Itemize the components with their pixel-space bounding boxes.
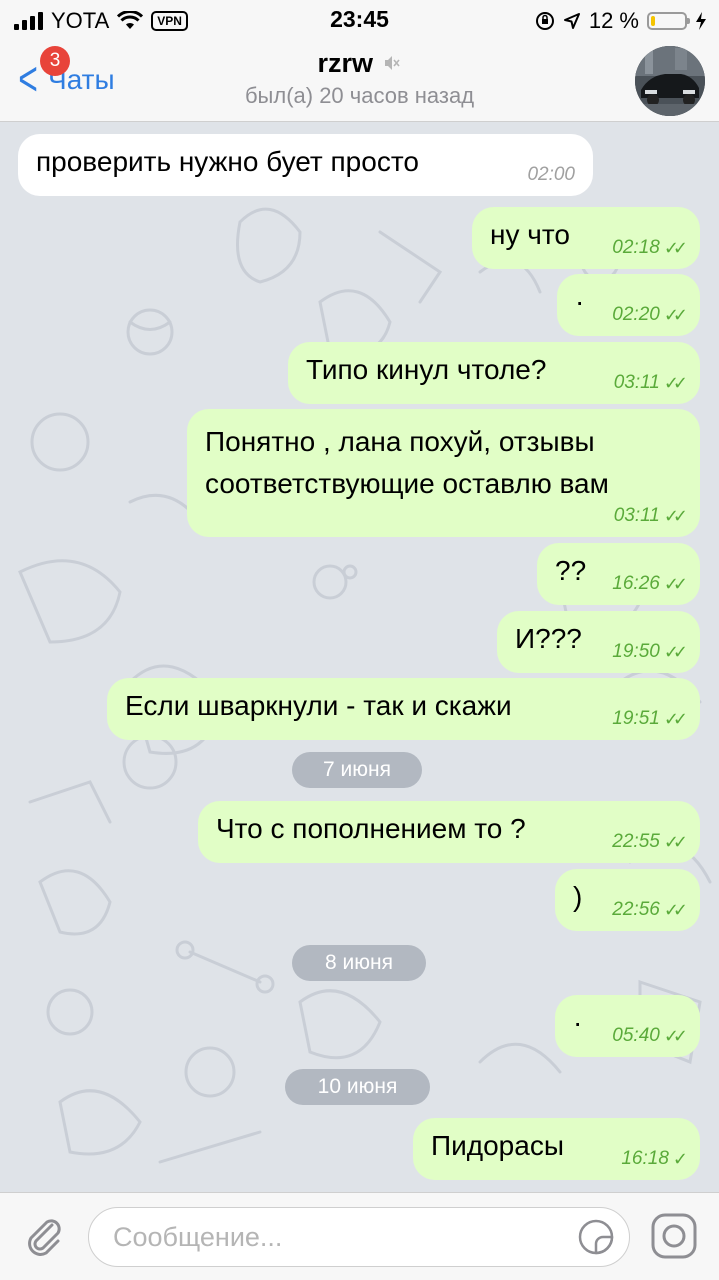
avatar[interactable] xyxy=(635,46,705,116)
message-time: 22:55 xyxy=(612,831,660,852)
chat-title: rzrw xyxy=(317,48,374,78)
date-separator: 8 июня xyxy=(292,945,426,981)
message-text: Типо кинул чтоле? xyxy=(306,354,547,385)
message-meta: 02:18 ✓✓ xyxy=(612,237,688,259)
message-text: ) xyxy=(573,881,583,912)
message-time: 03:11 xyxy=(613,372,660,393)
message-text: · xyxy=(575,286,585,317)
message-time: 16:26 xyxy=(612,573,660,594)
message-bubble-outgoing[interactable]: · 05:40 ✓✓ xyxy=(555,995,700,1057)
message-meta: 03:11 ✓✓ xyxy=(613,505,688,527)
double-check-icon: ✓✓ xyxy=(663,372,688,393)
double-check-icon: ✓✓ xyxy=(663,237,688,258)
message-meta: 19:51 ✓✓ xyxy=(612,708,688,730)
message-bubble-outgoing[interactable]: ну что 02:18 ✓✓ xyxy=(472,207,700,269)
message-text: ?? xyxy=(555,555,587,586)
message-time: 19:50 xyxy=(612,641,660,662)
message-bubble-outgoing[interactable]: ) 22:56 ✓✓ xyxy=(555,869,700,931)
message-time: 02:00 xyxy=(527,164,575,185)
message-bubble-outgoing[interactable]: Что с пополнением то ? 22:55 ✓✓ xyxy=(198,801,700,863)
double-check-icon: ✓✓ xyxy=(663,831,688,852)
camera-icon[interactable] xyxy=(649,1211,699,1261)
message-time: 02:18 xyxy=(612,237,660,258)
rotation-lock-icon xyxy=(535,12,554,30)
message-time: 16:18 xyxy=(621,1148,669,1169)
sticker-icon[interactable] xyxy=(577,1218,615,1256)
message-bubble-incoming[interactable]: проверить нужно бует просто 02:00 xyxy=(18,134,593,196)
message-meta: 16:26 ✓✓ xyxy=(612,573,688,595)
message-time: 05:40 xyxy=(612,1025,660,1046)
date-separator: 7 июня xyxy=(292,752,422,788)
message-bubble-outgoing[interactable]: И??? 19:50 ✓✓ xyxy=(497,611,700,673)
double-check-icon: ✓✓ xyxy=(663,641,688,662)
double-check-icon: ✓✓ xyxy=(663,505,688,526)
message-meta: 16:18 ✓ xyxy=(621,1148,688,1170)
double-check-icon: ✓✓ xyxy=(663,708,688,729)
chat-header: < Чаты 3 rzrw был(а) 20 часов назад xyxy=(0,40,719,122)
double-check-icon: ✓✓ xyxy=(663,899,688,920)
message-meta: 05:40 ✓✓ xyxy=(612,1025,688,1047)
message-text: ну что xyxy=(490,219,570,250)
last-seen-status: был(а) 20 часов назад xyxy=(244,83,475,108)
message-input-placeholder: Сообщение... xyxy=(113,1222,283,1252)
message-time: 22:56 xyxy=(612,899,660,920)
message-meta: 19:50 ✓✓ xyxy=(612,641,688,663)
message-bubble-outgoing[interactable]: · 02:20 ✓✓ xyxy=(557,274,700,336)
battery-percent: 12 % xyxy=(588,8,639,33)
message-text: Если шваркнули - так и скажи xyxy=(125,690,512,721)
status-bar: YOTA VPN 23:45 12 % xyxy=(0,0,719,40)
message-text: Пидорасы xyxy=(431,1130,564,1161)
message-text: · xyxy=(573,1007,583,1038)
message-meta: 22:56 ✓✓ xyxy=(612,899,688,921)
message-list[interactable]: проверить нужно бует просто 02:00 ну что… xyxy=(0,122,719,1192)
battery-icon xyxy=(647,12,690,30)
car-photo xyxy=(635,46,705,116)
muted-speaker-icon xyxy=(385,56,401,70)
message-meta: 02:00 xyxy=(527,164,575,186)
message-bubble-outgoing[interactable]: Типо кинул чтоле? 03:11 ✓✓ xyxy=(288,342,700,404)
single-check-icon: ✓ xyxy=(672,1148,688,1169)
double-check-icon: ✓✓ xyxy=(663,1025,688,1046)
status-right: 12 % xyxy=(535,8,707,34)
paperclip-icon[interactable] xyxy=(20,1211,68,1259)
message-bubble-outgoing[interactable]: ?? 16:26 ✓✓ xyxy=(537,543,700,605)
message-text: И??? xyxy=(515,623,582,654)
message-time: 03:11 xyxy=(613,505,660,526)
message-text: Что с пополнением то ? xyxy=(216,813,526,844)
message-meta: 22:55 ✓✓ xyxy=(612,831,688,853)
charging-bolt-icon xyxy=(696,12,706,30)
message-meta: 02:20 ✓✓ xyxy=(612,304,688,326)
message-bubble-outgoing[interactable]: Понятно , лана похуй, отзывы соответству… xyxy=(187,409,700,537)
location-arrow-icon xyxy=(563,13,580,29)
message-time: 02:20 xyxy=(612,304,660,325)
double-check-icon: ✓✓ xyxy=(663,573,688,594)
message-input[interactable]: Сообщение... xyxy=(88,1207,630,1267)
message-meta: 03:11 ✓✓ xyxy=(613,372,688,394)
date-separator: 10 июня xyxy=(285,1069,430,1105)
composer-bar: Сообщение... xyxy=(0,1192,719,1280)
message-text: проверить нужно бует просто xyxy=(36,146,419,177)
message-text: Понятно , лана похуй, отзывы соответству… xyxy=(205,426,609,499)
message-time: 19:51 xyxy=(612,708,660,729)
message-bubble-outgoing[interactable]: Пидорасы 16:18 ✓ xyxy=(413,1118,700,1180)
message-bubble-outgoing[interactable]: Если шваркнули - так и скажи 19:51 ✓✓ xyxy=(107,678,700,740)
chat-title-block[interactable]: rzrw был(а) 20 часов назад xyxy=(0,48,719,109)
double-check-icon: ✓✓ xyxy=(663,304,688,325)
